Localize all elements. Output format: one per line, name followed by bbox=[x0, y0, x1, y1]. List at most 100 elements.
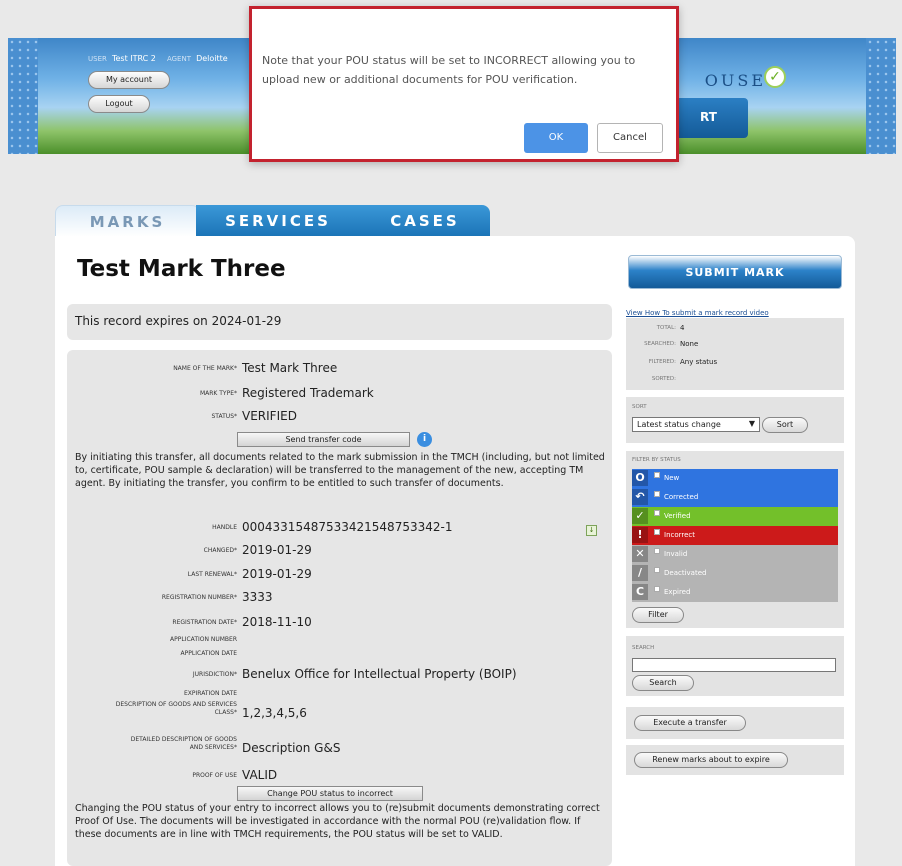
field-row-handle: HANDLE 00043315487533421548753342-1 bbox=[67, 519, 612, 537]
renew-box: Renew marks about to expire bbox=[626, 745, 844, 775]
field-label: NAME OF THE MARK* bbox=[173, 365, 237, 372]
filter-item-expired[interactable]: C Expired bbox=[632, 583, 838, 602]
banner-pattern-left bbox=[8, 38, 38, 154]
tab-marks[interactable]: MARKS bbox=[55, 205, 200, 237]
new-icon: O bbox=[632, 470, 648, 486]
execute-transfer-button[interactable]: Execute a transfer bbox=[634, 715, 746, 731]
filter-box: FILTER BY STATUS O New ↶ Corrected ✓ Verified… bbox=[626, 451, 844, 628]
logout-button[interactable]: Logout bbox=[88, 95, 150, 113]
invalid-icon: ✕ bbox=[632, 546, 648, 562]
filter-checkbox[interactable] bbox=[654, 586, 660, 592]
field-row-class: DESCRIPTION OF GOODS AND SERVICES CLASS*… bbox=[67, 697, 612, 727]
stat-label: FILTERED: bbox=[648, 359, 676, 365]
incorrect-icon: ! bbox=[632, 527, 648, 543]
filter-checkbox[interactable] bbox=[654, 529, 660, 535]
filter-item-deactivated[interactable]: / Deactivated bbox=[632, 564, 838, 583]
sort-box: SORT Latest status change ▼ Sort bbox=[626, 397, 844, 443]
download-icon[interactable]: ↓ bbox=[586, 525, 597, 536]
confirm-dialog: Note that your POU status will be set to… bbox=[249, 6, 679, 162]
filter-label: New bbox=[664, 474, 680, 482]
filter-label: Expired bbox=[664, 588, 691, 596]
filter-header: FILTER BY STATUS bbox=[632, 457, 681, 463]
stat-searched: SEARCHED: None bbox=[626, 338, 844, 352]
field-value: 2019-01-29 bbox=[242, 543, 312, 557]
filter-label: Verified bbox=[664, 512, 691, 520]
stats-box: TOTAL: 4 SEARCHED: None FILTERED: Any st… bbox=[626, 318, 844, 390]
field-label: STATUS* bbox=[211, 413, 237, 420]
howto-video-link[interactable]: View How To submit a mark record video bbox=[626, 309, 769, 317]
search-input[interactable] bbox=[632, 658, 836, 672]
search-header: SEARCH bbox=[632, 645, 655, 651]
field-value: Registered Trademark bbox=[242, 386, 374, 400]
field-row-application-date: APPLICATION DATE bbox=[67, 645, 612, 663]
change-pou-status-button[interactable]: Change POU status to incorrect bbox=[237, 786, 423, 801]
field-label: CLASS* bbox=[214, 709, 237, 716]
filter-button[interactable]: Filter bbox=[632, 607, 684, 623]
renew-marks-button[interactable]: Renew marks about to expire bbox=[634, 752, 788, 768]
stat-value: 4 bbox=[680, 324, 685, 332]
verified-icon: ✓ bbox=[632, 508, 648, 524]
field-label: HANDLE bbox=[212, 524, 237, 531]
search-button[interactable]: Search bbox=[632, 675, 694, 691]
field-value: VALID bbox=[242, 768, 278, 782]
field-label: REGISTRATION NUMBER* bbox=[161, 594, 237, 601]
stat-filtered: FILTERED: Any status bbox=[626, 356, 844, 370]
transfer-box: Execute a transfer bbox=[626, 707, 844, 739]
field-label: MARK TYPE* bbox=[199, 390, 237, 397]
agent-value: Deloitte bbox=[196, 54, 228, 63]
sort-header: SORT bbox=[632, 404, 647, 410]
tab-services[interactable]: SERVICES bbox=[196, 205, 360, 237]
field-value: Test Mark Three bbox=[242, 361, 338, 375]
field-value: Benelux Office for Intellectual Property… bbox=[242, 667, 517, 681]
field-value: Description G&S bbox=[242, 741, 341, 755]
field-value: 1,2,3,4,5,6 bbox=[242, 706, 307, 720]
filter-item-corrected[interactable]: ↶ Corrected bbox=[632, 488, 838, 507]
filter-checkbox[interactable] bbox=[654, 510, 660, 516]
filter-label: Corrected bbox=[664, 493, 699, 501]
filter-item-incorrect[interactable]: ! Incorrect bbox=[632, 526, 838, 545]
field-row-jurisdiction: JURISDICTION* Benelux Office for Intelle… bbox=[67, 666, 612, 684]
stat-value: None bbox=[680, 340, 699, 348]
deactivated-icon: / bbox=[632, 565, 648, 581]
send-transfer-code-button[interactable]: Send transfer code bbox=[237, 432, 410, 447]
field-row-name: NAME OF THE MARK* Test Mark Three bbox=[67, 360, 612, 378]
field-value: 2018-11-10 bbox=[242, 615, 312, 629]
pou-description: Changing the POU status of your entry to… bbox=[75, 803, 600, 840]
filter-checkbox[interactable] bbox=[654, 567, 660, 573]
page-title: Test Mark Three bbox=[77, 256, 286, 282]
sort-select[interactable]: Latest status change ▼ bbox=[632, 417, 760, 432]
field-label: REGISTRATION DATE* bbox=[172, 619, 237, 626]
filter-item-verified[interactable]: ✓ Verified bbox=[632, 507, 838, 526]
info-icon[interactable]: i bbox=[417, 432, 432, 447]
field-value: 00043315487533421548753342-1 bbox=[242, 520, 453, 534]
field-label: DETAILED DESCRIPTION OF GOODS bbox=[130, 736, 237, 743]
field-row-detailed-description: DETAILED DESCRIPTION OF GOODS AND SERVIC… bbox=[67, 732, 612, 762]
field-value: VERIFIED bbox=[242, 409, 297, 423]
user-label: USER bbox=[88, 55, 107, 63]
field-label: AND SERVICES* bbox=[189, 744, 237, 751]
search-box: SEARCH Search bbox=[626, 636, 844, 696]
filter-item-invalid[interactable]: ✕ Invalid bbox=[632, 545, 838, 564]
my-account-button[interactable]: My account bbox=[88, 71, 170, 89]
cancel-button[interactable]: Cancel bbox=[597, 123, 663, 153]
field-label: APPLICATION DATE bbox=[180, 650, 237, 657]
tab-cases[interactable]: CASES bbox=[360, 205, 490, 237]
ok-button[interactable]: OK bbox=[524, 123, 588, 153]
filter-checkbox[interactable] bbox=[654, 548, 660, 554]
field-label: JURISDICTION* bbox=[192, 671, 237, 678]
stat-value: Any status bbox=[680, 358, 718, 366]
filter-label: Incorrect bbox=[664, 531, 696, 539]
filter-checkbox[interactable] bbox=[654, 491, 660, 497]
record-details: NAME OF THE MARK* Test Mark Three MARK T… bbox=[67, 350, 612, 866]
filter-item-new[interactable]: O New bbox=[632, 469, 838, 488]
field-label: CHANGED* bbox=[203, 547, 237, 554]
agent-label: AGENT bbox=[166, 55, 191, 63]
brand-logo-text: OUSE bbox=[704, 71, 766, 90]
field-row-registration-date: REGISTRATION DATE* 2018-11-10 bbox=[67, 614, 612, 632]
filter-checkbox[interactable] bbox=[654, 472, 660, 478]
field-row-changed: CHANGED* 2019-01-29 bbox=[67, 542, 612, 560]
sort-button[interactable]: Sort bbox=[762, 417, 808, 433]
filter-label: Deactivated bbox=[664, 569, 707, 577]
dropdown-arrow-icon: ▼ bbox=[748, 419, 755, 428]
submit-mark-button[interactable]: SUBMIT MARK bbox=[628, 255, 842, 289]
